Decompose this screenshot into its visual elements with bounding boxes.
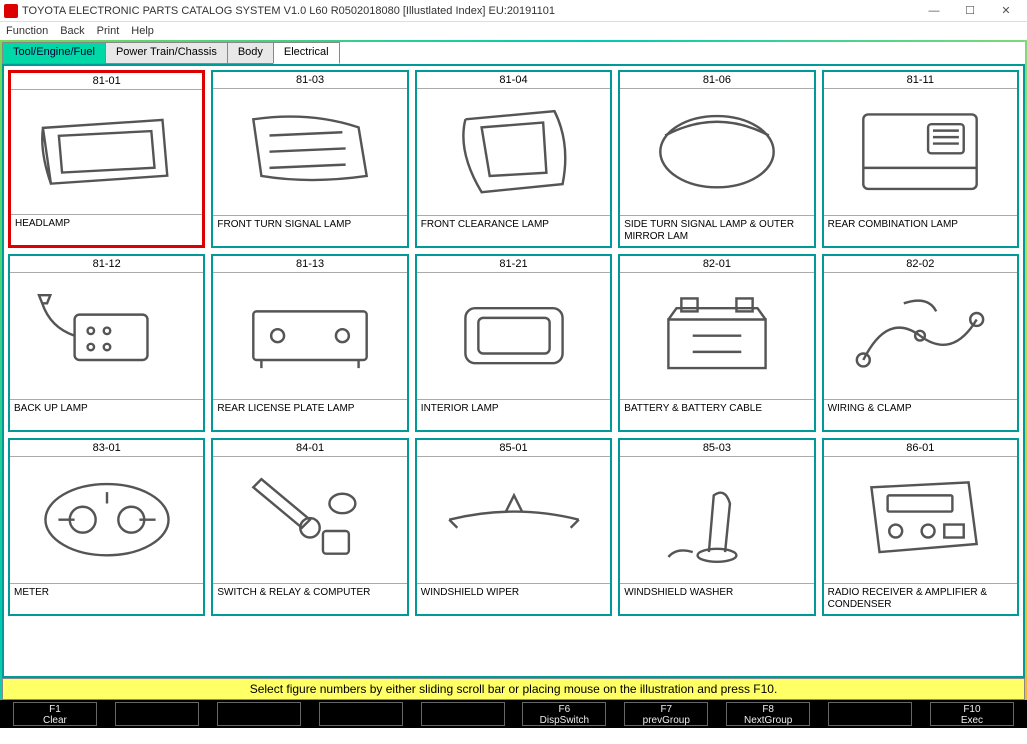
part-illustration — [417, 89, 610, 216]
part-card[interactable]: 82-01 BATTERY & BATTERY CABLE — [618, 254, 815, 432]
part-label: WINDSHIELD WIPER — [417, 584, 610, 614]
part-label: INTERIOR LAMP — [417, 400, 610, 430]
part-label: FRONT TURN SIGNAL LAMP — [213, 216, 406, 246]
part-card[interactable]: 81-21 INTERIOR LAMP — [415, 254, 612, 432]
hint-bar: Select figure numbers by either sliding … — [2, 678, 1025, 700]
part-label: BACK UP LAMP — [10, 400, 203, 430]
fkey-f6[interactable]: F6DispSwitch — [522, 702, 606, 726]
part-illustration — [10, 273, 203, 400]
part-illustration — [620, 457, 813, 584]
part-card[interactable]: 84-01 SWITCH & RELAY & COMPUTER — [211, 438, 408, 616]
part-code: 81-12 — [10, 256, 203, 273]
fkey-empty — [319, 702, 403, 726]
part-label: WINDSHIELD WASHER — [620, 584, 813, 614]
part-card[interactable]: 81-01 HEADLAMP — [8, 70, 205, 248]
part-illustration — [417, 273, 610, 400]
fkey-empty — [421, 702, 505, 726]
content-area: Tool/Engine/Fuel Power Train/Chassis Bod… — [0, 40, 1027, 700]
part-code: 81-03 — [213, 72, 406, 89]
minimize-button[interactable]: — — [925, 4, 943, 18]
fkey-f8[interactable]: F8NextGroup — [726, 702, 810, 726]
part-card[interactable]: 81-11 REAR COMBINATION LAMP — [822, 70, 1019, 248]
part-illustration — [417, 457, 610, 584]
maximize-button[interactable]: ☐ — [961, 4, 979, 18]
part-code: 83-01 — [10, 440, 203, 457]
part-code: 84-01 — [213, 440, 406, 457]
part-label: FRONT CLEARANCE LAMP — [417, 216, 610, 246]
title-bar: TOYOTA ELECTRONIC PARTS CATALOG SYSTEM V… — [0, 0, 1027, 22]
fkey-empty — [828, 702, 912, 726]
part-label: RADIO RECEIVER & AMPLIFIER & CONDENSER — [824, 584, 1017, 614]
part-label: HEADLAMP — [11, 215, 202, 245]
grid-container: 81-01 HEADLAMP 81-03 FRONT TURN SIGNAL LAMP… — [2, 64, 1025, 678]
fkey-empty — [115, 702, 199, 726]
part-card[interactable]: 85-01 WINDSHIELD WIPER — [415, 438, 612, 616]
fkey-f7[interactable]: F7prevGroup — [624, 702, 708, 726]
part-illustration — [213, 89, 406, 216]
part-label: REAR LICENSE PLATE LAMP — [213, 400, 406, 430]
part-illustration — [10, 457, 203, 584]
part-label: REAR COMBINATION LAMP — [824, 216, 1017, 246]
part-card[interactable]: 83-01 METER — [8, 438, 205, 616]
part-card[interactable]: 81-03 FRONT TURN SIGNAL LAMP — [211, 70, 408, 248]
part-code: 81-06 — [620, 72, 813, 89]
menu-function[interactable]: Function — [6, 25, 48, 37]
part-code: 81-04 — [417, 72, 610, 89]
menu-help[interactable]: Help — [131, 25, 154, 37]
part-code: 82-02 — [824, 256, 1017, 273]
tab-tool-engine-fuel[interactable]: Tool/Engine/Fuel — [2, 42, 105, 64]
part-illustration — [620, 89, 813, 216]
fkey-f10[interactable]: F10Exec — [930, 702, 1014, 726]
part-code: 85-01 — [417, 440, 610, 457]
part-code: 81-21 — [417, 256, 610, 273]
part-illustration — [213, 457, 406, 584]
part-card[interactable]: 86-01 RADIO RECEIVER & AMPLIFIER & CONDEN… — [822, 438, 1019, 616]
tab-power-train-chassis[interactable]: Power Train/Chassis — [105, 42, 227, 64]
part-card[interactable]: 81-06 SIDE TURN SIGNAL LAMP & OUTER MIRRO… — [618, 70, 815, 248]
part-code: 81-13 — [213, 256, 406, 273]
part-code: 86-01 — [824, 440, 1017, 457]
part-card[interactable]: 81-12 BACK UP LAMP — [8, 254, 205, 432]
part-card[interactable]: 82-02 WIRING & CLAMP — [822, 254, 1019, 432]
close-button[interactable]: ✕ — [997, 4, 1015, 18]
part-illustration — [824, 89, 1017, 216]
part-code: 82-01 — [620, 256, 813, 273]
tab-body[interactable]: Body — [227, 42, 273, 64]
tab-electrical[interactable]: Electrical — [273, 42, 340, 64]
fkey-empty — [217, 702, 301, 726]
window-controls: — ☐ ✕ — [925, 4, 1023, 18]
part-label: METER — [10, 584, 203, 614]
menu-back[interactable]: Back — [60, 25, 84, 37]
part-illustration — [824, 273, 1017, 400]
part-label: BATTERY & BATTERY CABLE — [620, 400, 813, 430]
parts-grid: 81-01 HEADLAMP 81-03 FRONT TURN SIGNAL LAMP… — [8, 70, 1019, 616]
part-code: 85-03 — [620, 440, 813, 457]
tab-row: Tool/Engine/Fuel Power Train/Chassis Bod… — [2, 42, 1025, 64]
app-icon — [4, 4, 18, 18]
part-card[interactable]: 81-04 FRONT CLEARANCE LAMP — [415, 70, 612, 248]
part-illustration — [620, 273, 813, 400]
part-label: SIDE TURN SIGNAL LAMP & OUTER MIRROR LAM — [620, 216, 813, 246]
part-code: 81-11 — [824, 72, 1017, 89]
fkey-bar: F1Clear F6DispSwitch F7prevGroup F8NextGro… — [0, 700, 1027, 728]
part-code: 81-01 — [11, 73, 202, 90]
part-label: WIRING & CLAMP — [824, 400, 1017, 430]
part-card[interactable]: 81-13 REAR LICENSE PLATE LAMP — [211, 254, 408, 432]
part-card[interactable]: 85-03 WINDSHIELD WASHER — [618, 438, 815, 616]
part-illustration — [11, 90, 202, 215]
part-illustration — [824, 457, 1017, 584]
fkey-f1[interactable]: F1Clear — [13, 702, 97, 726]
window-title: TOYOTA ELECTRONIC PARTS CATALOG SYSTEM V… — [22, 5, 925, 17]
part-illustration — [213, 273, 406, 400]
part-label: SWITCH & RELAY & COMPUTER — [213, 584, 406, 614]
menu-print[interactable]: Print — [97, 25, 120, 37]
menu-bar: Function Back Print Help — [0, 22, 1027, 40]
